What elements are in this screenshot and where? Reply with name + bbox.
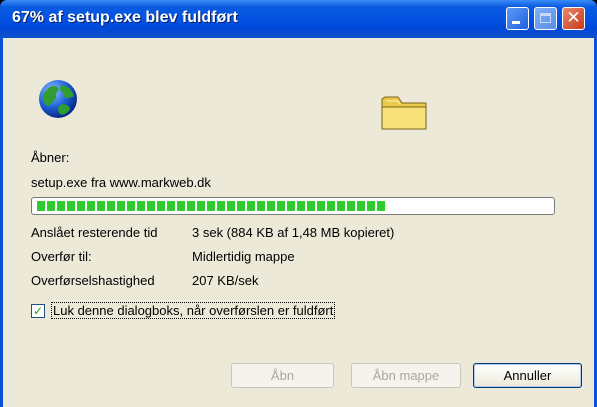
close-on-complete-label[interactable]: Luk denne dialogboks, når overførslen er… [51,302,336,319]
transfer-speed-label: Overførselshastighed [31,273,155,288]
title-bar[interactable]: 67% af setup.exe blev fuldført ✕ [0,0,597,38]
cancel-button[interactable]: Annuller [473,363,582,388]
globe-icon [39,80,77,118]
close-on-complete-checkbox[interactable]: ✓ [31,304,45,318]
transfer-speed-value: 207 KB/sek [192,273,259,288]
download-dialog: 67% af setup.exe blev fuldført ✕ Åbner: … [0,0,597,407]
minimize-button[interactable] [506,7,529,30]
estimated-time-label: Anslået resterende tid [31,225,158,240]
progress-fill [37,201,385,211]
open-button[interactable]: Åbn [231,363,334,388]
minimize-icon [512,21,520,24]
estimated-time-value: 3 sek (884 KB af 1,48 MB kopieret) [192,225,395,240]
close-button[interactable]: ✕ [562,7,585,30]
transfer-to-value: Midlertidig mappe [192,249,295,264]
window-title: 67% af setup.exe blev fuldført [12,9,238,26]
open-folder-button[interactable]: Åbn mappe [351,363,461,388]
maximize-icon [540,13,551,23]
source-text: setup.exe fra www.markweb.dk [31,175,211,190]
transfer-to-label: Overfør til: [31,249,92,264]
folder-icon [381,96,427,130]
close-icon: ✕ [566,8,581,28]
download-progress-bar [31,197,555,215]
dialog-body [3,38,594,407]
opening-label: Åbner: [31,150,70,165]
maximize-button [534,7,557,30]
